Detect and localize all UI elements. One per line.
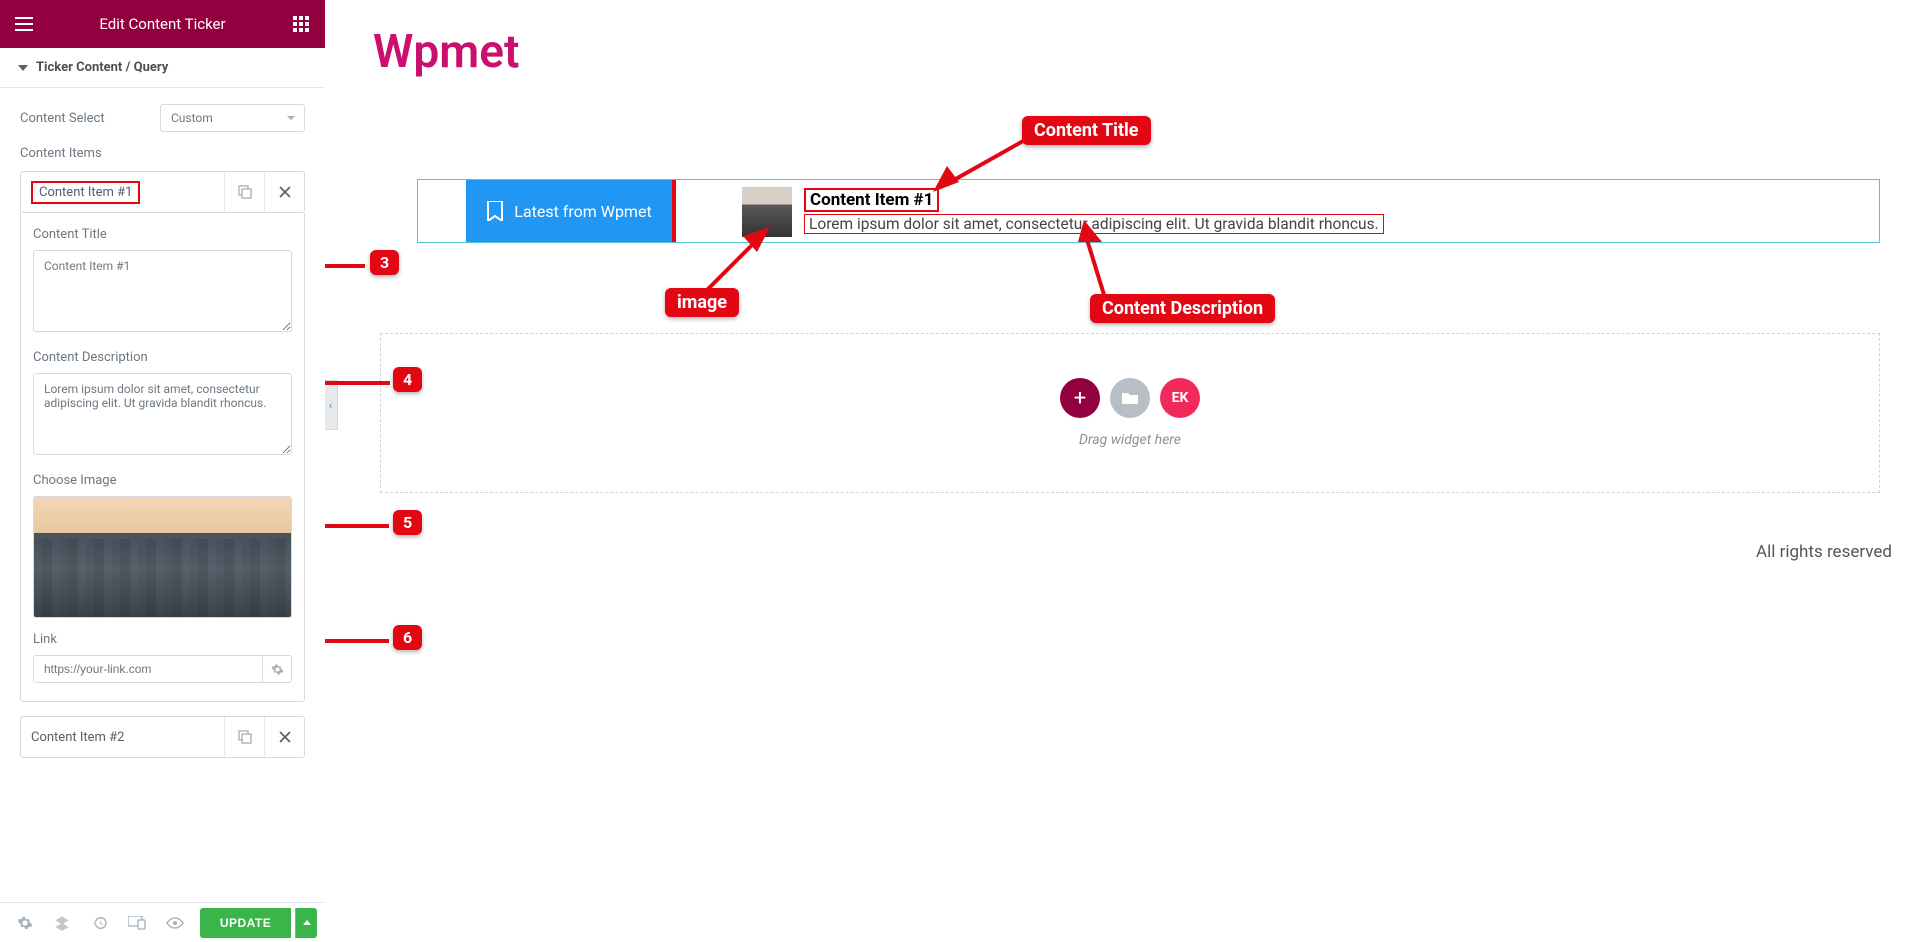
content-description-label: Content Description	[33, 350, 292, 365]
annotation-5: 5	[393, 510, 422, 535]
page-heading: Wpmet	[373, 25, 1920, 79]
footer-note: All rights reserved	[1756, 542, 1892, 562]
elementskit-button[interactable]: EK	[1160, 378, 1200, 418]
add-section-button[interactable]: +	[1060, 378, 1100, 418]
sidebar-title: Edit Content Ticker	[99, 15, 225, 33]
duplicate-item-button[interactable]	[224, 717, 264, 757]
sidebar-footer: UPDATE	[0, 902, 325, 942]
sidebar-header: Edit Content Ticker	[0, 0, 325, 48]
annotation-3: 3	[370, 250, 399, 275]
annotation-content-title: Content Title	[1022, 116, 1151, 145]
content-select-label: Content Select	[20, 111, 105, 126]
duplicate-item-button[interactable]	[224, 172, 264, 212]
preview-canvas: ‹ Wpmet Latest from Wpmet Content Item #…	[325, 0, 1920, 942]
repeater-item-1-panel: Content Title Content Description Choose…	[20, 213, 305, 702]
content-title-label: Content Title	[33, 227, 292, 242]
content-items-label: Content Items	[20, 146, 305, 161]
update-options-button[interactable]	[295, 908, 317, 938]
link-input[interactable]	[33, 655, 262, 683]
sidebar-body: Content Select Custom Content Items Cont…	[0, 88, 325, 902]
ticker-image	[742, 187, 792, 237]
repeater-item-2-title: Content Item #2	[31, 730, 124, 745]
ticker-description: Lorem ipsum dolor sit amet, consectetur …	[804, 214, 1384, 234]
content-title-input[interactable]	[33, 250, 292, 332]
image-picker[interactable]	[33, 496, 292, 618]
caret-down-icon	[18, 60, 28, 75]
ticker-badge: Latest from Wpmet	[466, 180, 672, 242]
widgets-grid-icon[interactable]	[287, 10, 315, 38]
annotation-image: image	[665, 288, 739, 317]
repeater-item-1-header[interactable]: Content Item #1	[20, 171, 305, 213]
dropzone-hint: Drag widget here	[1079, 432, 1181, 448]
collapse-sidebar-handle[interactable]: ‹	[325, 380, 338, 430]
content-select-dropdown[interactable]: Custom	[160, 104, 305, 132]
choose-image-label: Choose Image	[33, 473, 292, 488]
ticker-title: Content Item #1	[804, 188, 939, 212]
link-label: Link	[33, 632, 292, 647]
section-toggle-ticker-content[interactable]: Ticker Content / Query	[0, 48, 325, 88]
settings-icon[interactable]	[8, 906, 42, 940]
navigator-icon[interactable]	[46, 906, 80, 940]
content-description-input[interactable]	[33, 373, 292, 455]
content-ticker-widget[interactable]: Latest from Wpmet Content Item #1 Lorem …	[417, 179, 1880, 243]
section-title: Ticker Content / Query	[36, 60, 168, 75]
update-button[interactable]: UPDATE	[200, 908, 291, 938]
repeater-item-2-header[interactable]: Content Item #2	[20, 716, 305, 758]
remove-item-button[interactable]	[264, 717, 304, 757]
link-options-button[interactable]	[262, 655, 292, 683]
responsive-icon[interactable]	[121, 906, 155, 940]
annotation-6: 6	[393, 625, 422, 650]
history-icon[interactable]	[83, 906, 117, 940]
editor-sidebar: Edit Content Ticker Ticker Content / Que…	[0, 0, 325, 942]
menu-icon[interactable]	[10, 10, 38, 38]
add-template-button[interactable]	[1110, 378, 1150, 418]
widget-dropzone[interactable]: + EK Drag widget here	[380, 333, 1880, 493]
annotation-content-description: Content Description	[1090, 294, 1275, 323]
bookmark-icon	[486, 201, 504, 221]
repeater-item-1-title: Content Item #1	[31, 181, 140, 204]
remove-item-button[interactable]	[264, 172, 304, 212]
preview-icon[interactable]	[158, 906, 192, 940]
